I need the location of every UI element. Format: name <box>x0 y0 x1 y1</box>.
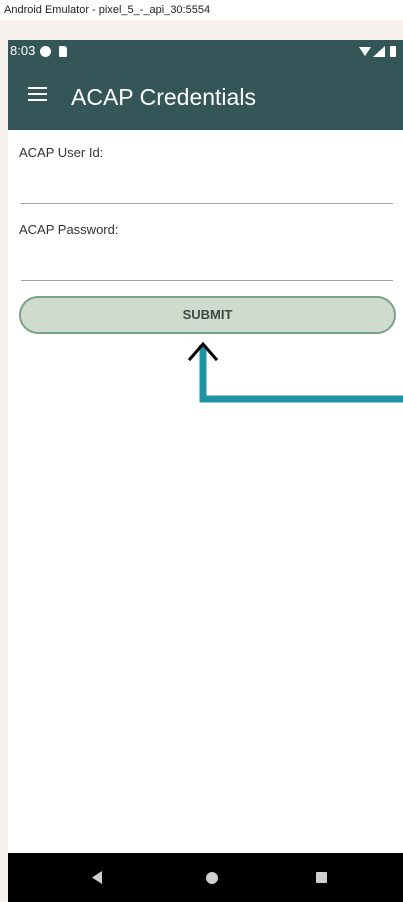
app-bar: ACAP Credentials <box>8 64 403 130</box>
phone-screen: 8:03 ACAP Credentials ACAP User Id: ACAP… <box>8 40 403 902</box>
user-id-input[interactable] <box>21 203 393 204</box>
nav-recent-apps-icon[interactable] <box>316 872 327 883</box>
sd-card-icon <box>59 46 67 57</box>
password-label: ACAP Password: <box>19 222 119 237</box>
emulator-window-title: Android Emulator - pixel_5_-_api_30:5554 <box>0 0 403 20</box>
submit-button[interactable]: SUBMIT <box>19 296 396 334</box>
wifi-signal-battery-icon <box>359 46 396 57</box>
page-title: ACAP Credentials <box>71 84 256 110</box>
notification-icon <box>40 46 51 57</box>
status-bar: 8:03 <box>8 40 403 64</box>
hamburger-menu-icon[interactable] <box>28 87 47 103</box>
status-indicators <box>359 45 399 59</box>
status-time: 8:03 <box>10 43 36 58</box>
user-id-label: ACAP User Id: <box>19 145 104 160</box>
system-navigation-bar <box>8 853 403 902</box>
password-input[interactable] <box>21 280 393 281</box>
nav-home-icon[interactable] <box>206 872 218 884</box>
nav-back-icon[interactable] <box>92 871 103 884</box>
